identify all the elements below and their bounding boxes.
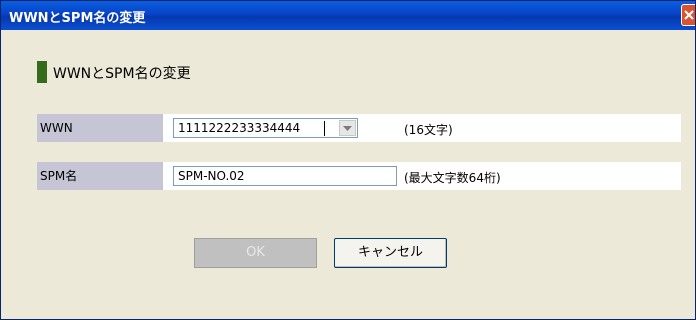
spm-row: SPM名 SPM-NO.02 (最大文字数64桁) bbox=[37, 162, 681, 190]
wwn-value[interactable]: 1111222233334444 bbox=[178, 121, 300, 135]
title-bar[interactable]: WWNとSPM名の変更 bbox=[1, 1, 695, 30]
text-caret bbox=[324, 121, 325, 136]
cancel-button[interactable]: キャンセル bbox=[334, 238, 447, 268]
wwn-row: WWN 1111222233334444 (16文字) bbox=[37, 114, 681, 142]
window-title: WWNとSPM名の変更 bbox=[9, 11, 146, 26]
spm-name-input[interactable]: SPM-NO.02 bbox=[173, 166, 397, 186]
close-button[interactable] bbox=[681, 4, 695, 26]
ok-button[interactable]: OK bbox=[194, 238, 317, 268]
wwn-dropdown-button[interactable] bbox=[339, 120, 356, 136]
spm-name-value[interactable]: SPM-NO.02 bbox=[178, 169, 245, 183]
dialog-window: WWNとSPM名の変更 WWNとSPM名の変更 WWN 111122223333… bbox=[0, 0, 696, 320]
dialog-content: WWNとSPM名の変更 WWN 1111222233334444 (16文字) … bbox=[1, 30, 695, 319]
chevron-down-icon bbox=[343, 126, 352, 131]
spm-label: SPM名 bbox=[37, 162, 163, 190]
heading-marker bbox=[37, 61, 47, 83]
heading-text: WWNとSPM名の変更 bbox=[53, 66, 191, 82]
wwn-hint: (16文字) bbox=[404, 123, 453, 137]
wwn-combobox[interactable]: 1111222233334444 bbox=[173, 118, 358, 138]
wwn-label: WWN bbox=[37, 114, 163, 142]
close-icon bbox=[684, 10, 694, 20]
spm-hint: (最大文字数64桁) bbox=[404, 171, 501, 185]
